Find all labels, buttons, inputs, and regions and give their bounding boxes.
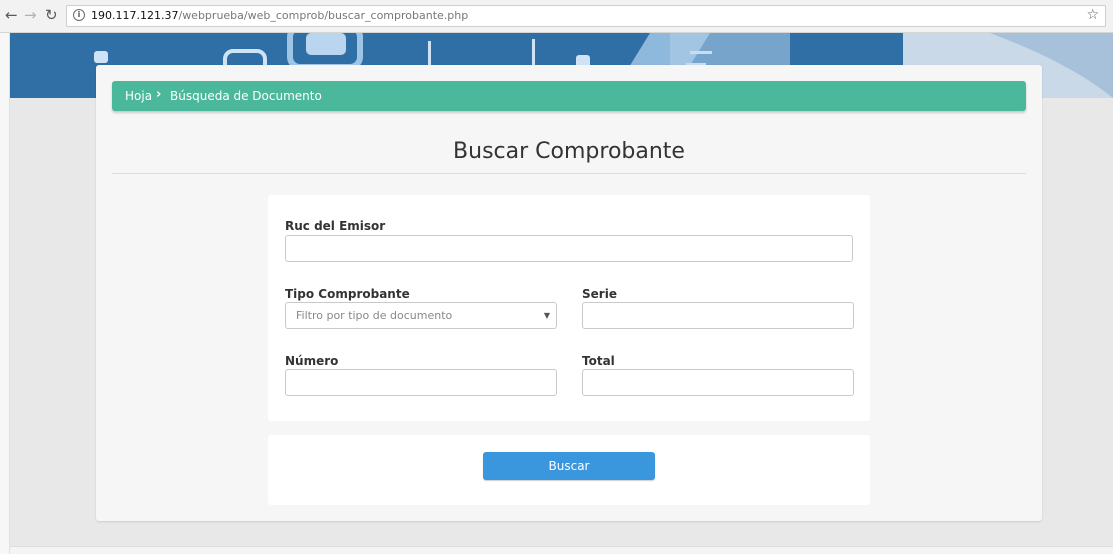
numero-label: Número [285, 354, 339, 368]
action-panel: Buscar [268, 435, 870, 505]
serie-input[interactable] [582, 302, 854, 329]
browser-toolbar: ← → ↻ i 190.117.121.37/webprueba/web_com… [0, 0, 1113, 33]
forward-arrow-icon[interactable]: → [24, 8, 37, 23]
dropdown-arrow-icon: ▼ [543, 311, 550, 320]
content-card: Hoja › Búsqueda de Documento Buscar Comp… [96, 65, 1042, 521]
chevron-right-icon: › [156, 87, 162, 102]
breadcrumb-home-link[interactable]: Hoja [125, 81, 152, 111]
total-label: Total [582, 354, 615, 368]
page-viewport: Hoja › Búsqueda de Documento Buscar Comp… [10, 33, 1113, 554]
breadcrumb: Hoja › Búsqueda de Documento [112, 81, 1026, 111]
back-arrow-icon[interactable]: ← [5, 8, 18, 23]
tipo-comprobante-label: Tipo Comprobante [285, 287, 410, 301]
url-path: /webprueba/web_comprob/buscar_comprobant… [178, 9, 469, 22]
url-host: 190.117.121.37 [91, 9, 179, 22]
search-button[interactable]: Buscar [483, 452, 655, 480]
left-edge [0, 33, 10, 554]
ruc-input[interactable] [285, 235, 853, 262]
numero-input[interactable] [285, 369, 557, 396]
address-bar[interactable]: i 190.117.121.37/webprueba/web_comprob/b… [66, 5, 1106, 27]
tipo-comprobante-selected: Filtro por tipo de documento [296, 309, 453, 322]
tipo-comprobante-select[interactable]: Filtro por tipo de documento ▼ [285, 302, 557, 329]
search-form-panel: Ruc del Emisor Tipo Comprobante Filtro p… [268, 195, 870, 421]
serie-label: Serie [582, 287, 617, 301]
bookmark-star-icon[interactable]: ☆ [1086, 7, 1099, 23]
info-icon[interactable]: i [73, 9, 85, 21]
page-title: Buscar Comprobante [453, 139, 685, 164]
breadcrumb-current: Búsqueda de Documento [170, 89, 322, 103]
bottom-strip [10, 546, 1113, 554]
title-divider [112, 173, 1026, 174]
url-text[interactable]: 190.117.121.37/webprueba/web_comprob/bus… [91, 9, 468, 23]
reload-icon[interactable]: ↻ [45, 8, 58, 23]
ruc-label: Ruc del Emisor [285, 219, 386, 233]
total-input[interactable] [582, 369, 854, 396]
